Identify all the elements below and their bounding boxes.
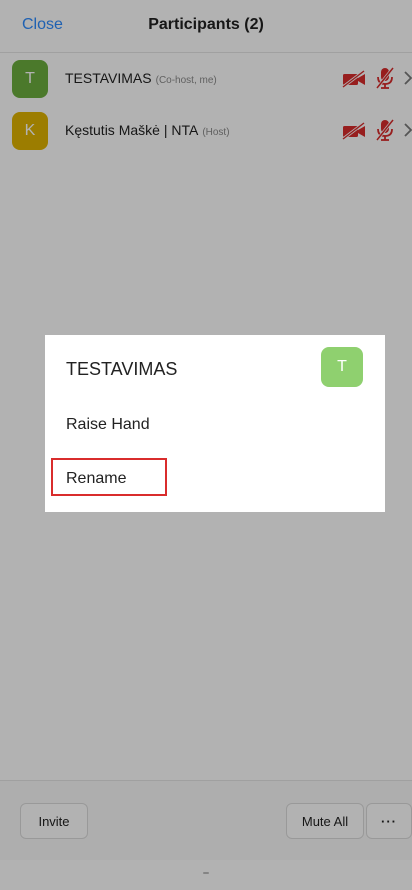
dialog-participant-name: TESTAVIMAS: [66, 359, 178, 379]
dialog-avatar: T: [321, 347, 363, 387]
menu-item-label: Raise Hand: [66, 416, 150, 433]
participant-action-dialog: TESTAVIMAS T Raise Hand Rename: [45, 335, 385, 512]
rename-highlight-box: [51, 458, 167, 496]
raise-hand-menu-item[interactable]: Raise Hand: [45, 406, 385, 446]
participants-screen: Close Participants (2) T TESTAVIMAS (Co-h…: [0, 0, 412, 890]
